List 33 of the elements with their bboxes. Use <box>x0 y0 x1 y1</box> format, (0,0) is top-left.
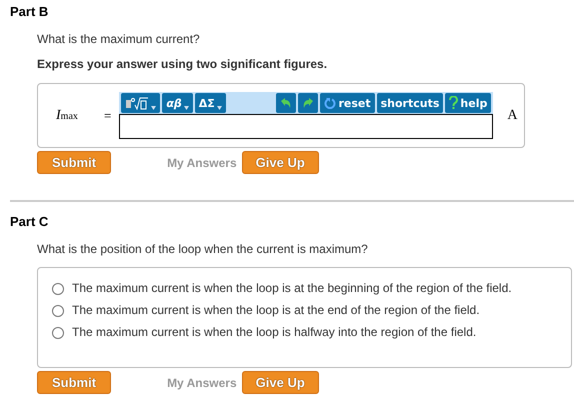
caret-icon <box>151 106 156 110</box>
question-text: What is the position of the loop when the current is maximum? <box>37 242 369 257</box>
shortcuts-button[interactable]: shortcuts <box>376 93 444 113</box>
part-title: Part B <box>10 4 50 20</box>
part-title: Part C <box>10 214 50 230</box>
undo-button[interactable] <box>276 93 296 113</box>
redo-button[interactable] <box>298 93 318 113</box>
radio-button[interactable] <box>52 282 64 294</box>
option-label[interactable]: The maximum current is when the loop is at the beginning of the region of the field. <box>72 281 512 296</box>
instruction-text: Express your answer using two significant figures. <box>37 57 328 72</box>
caret-icon <box>216 106 222 110</box>
my-answers-link[interactable]: My Answers <box>167 156 237 170</box>
reset-button[interactable]: reset <box>320 93 375 113</box>
option-label[interactable]: The maximum current is when the loop is halfway into the region of the field. <box>72 325 476 340</box>
redo-icon <box>302 97 314 109</box>
unit-label: A <box>507 108 518 124</box>
variable-label: Imax <box>56 108 79 124</box>
template-icon <box>125 96 150 110</box>
option-label[interactable]: The maximum current is when the loop is at the end of the region of the field. <box>72 303 480 318</box>
radio-button[interactable] <box>52 326 64 338</box>
question-icon <box>449 96 458 110</box>
help-button[interactable]: help <box>445 93 492 113</box>
template-button[interactable] <box>121 93 160 113</box>
caret-icon <box>184 106 189 110</box>
answer-input[interactable] <box>119 114 494 139</box>
symbols-button[interactable]: ΔΣ <box>194 93 226 113</box>
my-answers-link[interactable]: My Answers <box>167 376 237 390</box>
undo-icon <box>280 97 292 109</box>
greek-button[interactable]: αβ <box>162 93 193 113</box>
equals-sign: = <box>104 108 112 124</box>
reset-icon <box>324 97 336 109</box>
radio-button[interactable] <box>52 304 64 316</box>
question-text: What is the maximum current? <box>37 32 201 47</box>
